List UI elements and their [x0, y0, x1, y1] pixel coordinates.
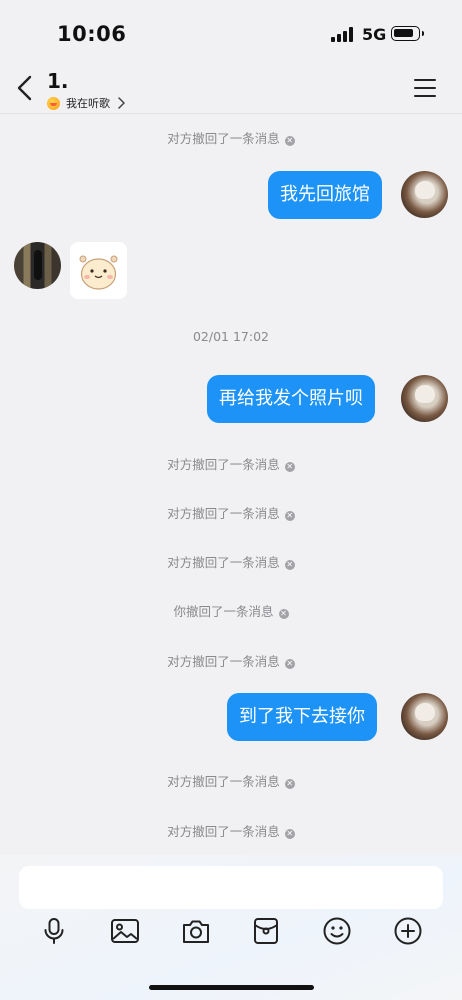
- listening-status-text: 我在听歌: [66, 97, 110, 110]
- sticker-message[interactable]: [70, 242, 127, 299]
- recall-notice-self: 你撤回了一条消息 ✕: [173, 604, 289, 619]
- composer: [0, 855, 462, 1000]
- recall-notice: 对方撤回了一条消息 ✕: [167, 131, 295, 146]
- chat-header: 1. 我在听歌: [0, 62, 462, 114]
- x-circle-icon: ✕: [284, 659, 295, 669]
- message-timestamp: 02/01 17:02: [192, 329, 270, 344]
- contact-name[interactable]: 1.: [47, 69, 69, 93]
- battery-icon: [391, 26, 424, 41]
- listening-status[interactable]: 我在听歌: [47, 95, 126, 111]
- status-time: 10:06: [57, 22, 127, 46]
- red-packet-icon[interactable]: [250, 915, 282, 947]
- plus-icon[interactable]: [392, 915, 424, 947]
- back-arrow-icon[interactable]: [14, 74, 36, 102]
- recall-notice: 对方撤回了一条消息 ✕: [167, 774, 295, 789]
- x-circle-icon: ✕: [284, 829, 295, 839]
- menu-icon[interactable]: [414, 79, 436, 97]
- x-circle-icon: ✕: [278, 609, 289, 619]
- x-circle-icon: ✕: [284, 779, 295, 789]
- camera-icon[interactable]: [180, 915, 212, 947]
- chat-screen: 10:06 5G 1. 我在听歌 对方撤回了一条消息 ✕ 我先回旅馆 02/01…: [0, 0, 462, 1000]
- network-type: 5G: [362, 25, 387, 44]
- my-avatar[interactable]: [401, 375, 448, 422]
- recall-notice: 对方撤回了一条消息 ✕: [167, 457, 295, 472]
- x-circle-icon: ✕: [284, 560, 295, 570]
- recall-notice: 对方撤回了一条消息 ✕: [167, 824, 295, 839]
- emoji-icon[interactable]: [321, 915, 353, 947]
- outgoing-message[interactable]: 再给我发个照片呗: [207, 375, 375, 423]
- sticker-face-icon: [79, 255, 118, 290]
- recall-notice: 对方撤回了一条消息 ✕: [167, 654, 295, 669]
- peer-avatar[interactable]: [14, 242, 61, 289]
- status-bar: 10:06 5G: [0, 0, 462, 62]
- microphone-icon[interactable]: [38, 915, 70, 947]
- message-input[interactable]: [19, 866, 443, 909]
- chevron-right-icon: [118, 97, 125, 109]
- x-circle-icon: ✕: [284, 462, 295, 472]
- outgoing-message[interactable]: 我先回旅馆: [268, 171, 382, 219]
- signal-icon: [331, 27, 355, 42]
- recall-notice: 对方撤回了一条消息 ✕: [167, 555, 295, 570]
- x-circle-icon: ✕: [284, 511, 295, 521]
- image-icon[interactable]: [109, 915, 141, 947]
- home-indicator[interactable]: [149, 985, 314, 990]
- music-status-icon: [47, 96, 60, 110]
- my-avatar[interactable]: [401, 693, 448, 740]
- x-circle-icon: ✕: [284, 136, 295, 146]
- recall-notice: 对方撤回了一条消息 ✕: [167, 506, 295, 521]
- my-avatar[interactable]: [401, 171, 448, 218]
- outgoing-message[interactable]: 到了我下去接你: [227, 693, 377, 741]
